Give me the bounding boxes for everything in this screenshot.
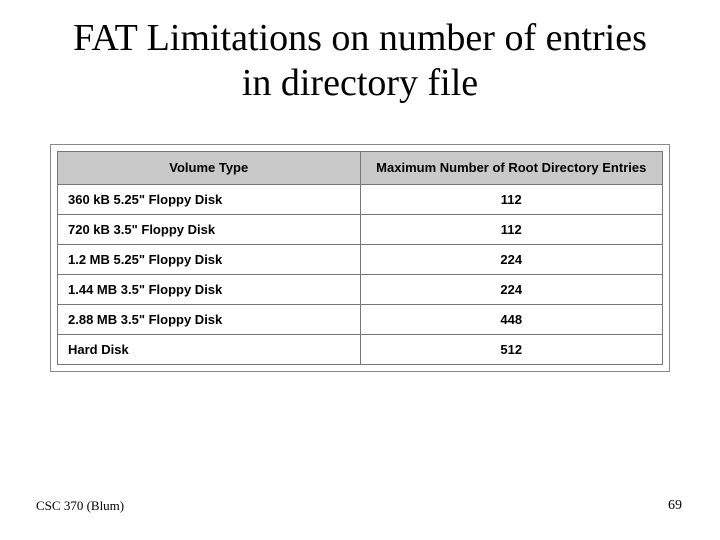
col-volume-type: Volume Type bbox=[58, 151, 361, 184]
cell-volume: 360 kB 5.25" Floppy Disk bbox=[58, 184, 361, 214]
cell-volume: 2.88 MB 3.5" Floppy Disk bbox=[58, 304, 361, 334]
page-title: FAT Limitations on number of entries in … bbox=[30, 12, 690, 106]
col-max-entries: Maximum Number of Root Directory Entries bbox=[360, 151, 663, 184]
table-row: Hard Disk 512 bbox=[58, 334, 663, 364]
table-header-row: Volume Type Maximum Number of Root Direc… bbox=[58, 151, 663, 184]
cell-volume: Hard Disk bbox=[58, 334, 361, 364]
table-row: 2.88 MB 3.5" Floppy Disk 448 bbox=[58, 304, 663, 334]
table-container: Volume Type Maximum Number of Root Direc… bbox=[50, 144, 670, 372]
cell-entries: 448 bbox=[360, 304, 663, 334]
table-row: 360 kB 5.25" Floppy Disk 112 bbox=[58, 184, 663, 214]
fat-limit-table: Volume Type Maximum Number of Root Direc… bbox=[57, 151, 663, 365]
cell-entries: 512 bbox=[360, 334, 663, 364]
cell-volume: 1.44 MB 3.5" Floppy Disk bbox=[58, 274, 361, 304]
slide: FAT Limitations on number of entries in … bbox=[0, 0, 720, 540]
cell-entries: 224 bbox=[360, 274, 663, 304]
cell-entries: 112 bbox=[360, 214, 663, 244]
cell-entries: 112 bbox=[360, 184, 663, 214]
table-row: 1.44 MB 3.5" Floppy Disk 224 bbox=[58, 274, 663, 304]
cell-volume: 1.2 MB 5.25" Floppy Disk bbox=[58, 244, 361, 274]
table-row: 720 kB 3.5" Floppy Disk 112 bbox=[58, 214, 663, 244]
table-row: 1.2 MB 5.25" Floppy Disk 224 bbox=[58, 244, 663, 274]
cell-entries: 224 bbox=[360, 244, 663, 274]
footer-page-number: 69 bbox=[668, 498, 682, 514]
footer-course: CSC 370 (Blum) bbox=[36, 498, 124, 514]
cell-volume: 720 kB 3.5" Floppy Disk bbox=[58, 214, 361, 244]
